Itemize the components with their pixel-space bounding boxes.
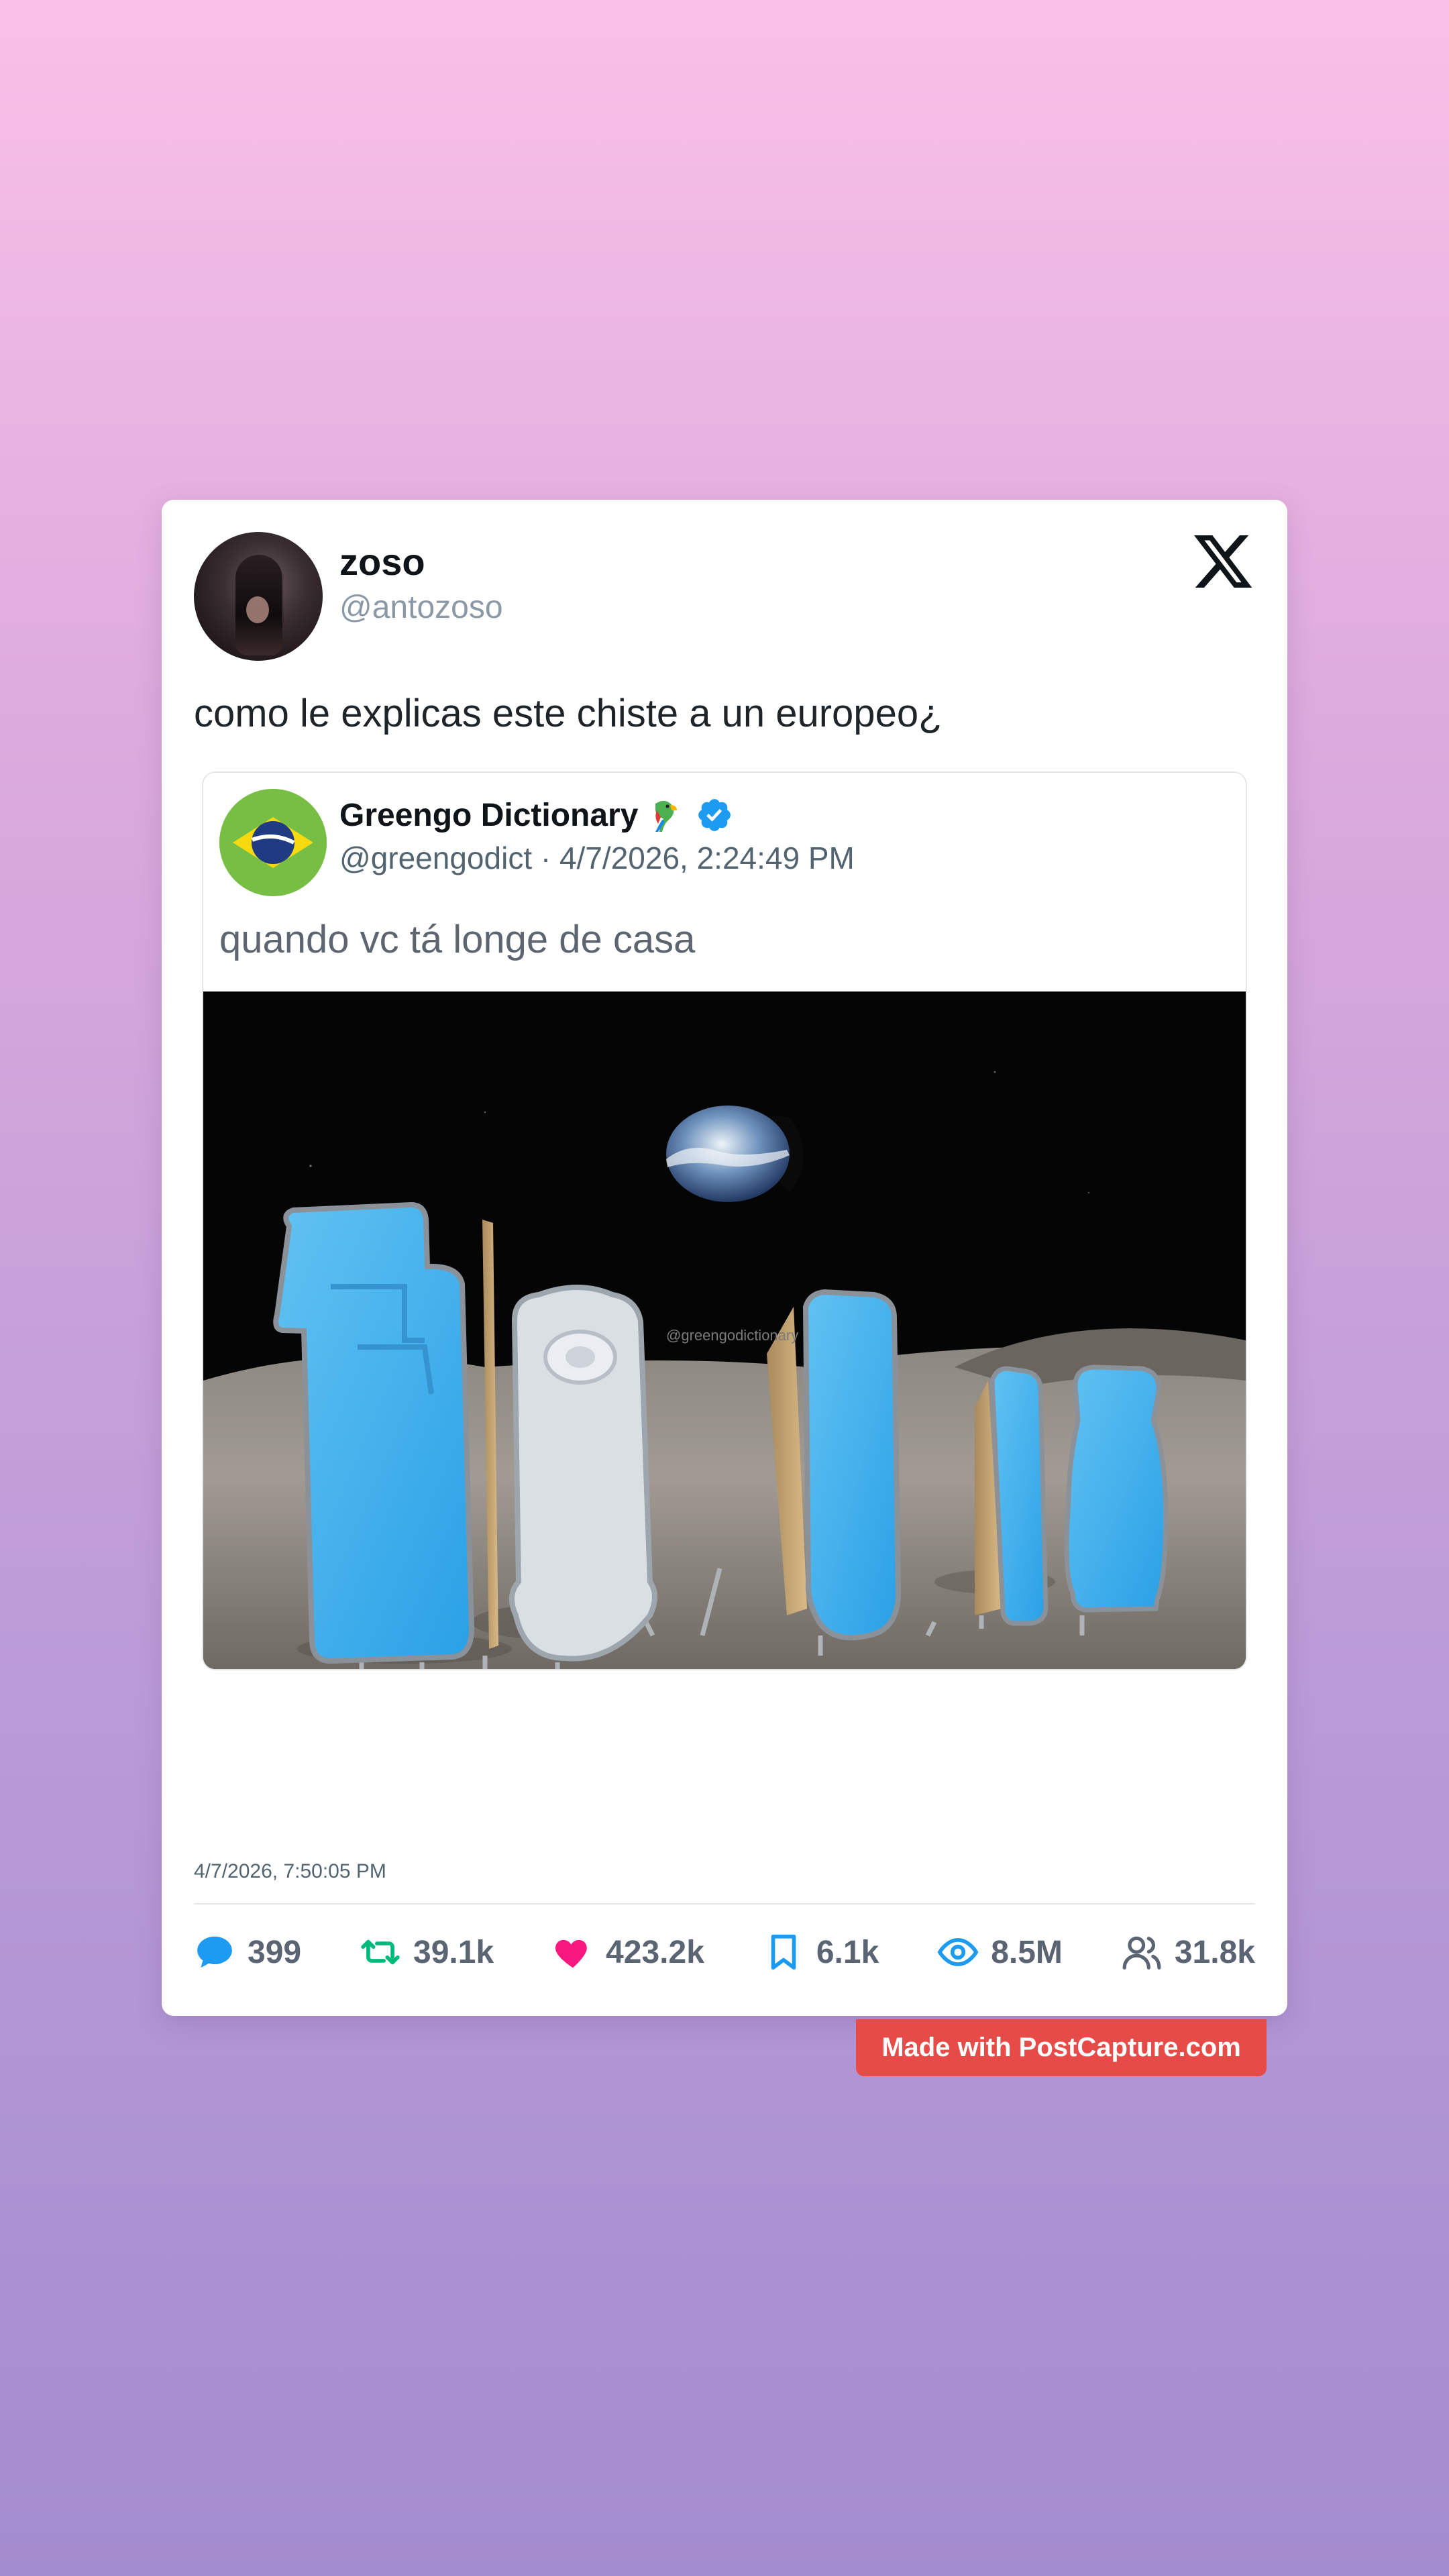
- quoted-author-avatar[interactable]: [219, 789, 327, 896]
- followers-count: 31.8k: [1174, 1934, 1255, 1970]
- image-watermark: @greengodictionary: [666, 1327, 798, 1344]
- moon-pools-image: @greengodictionary: [203, 991, 1246, 1669]
- brazil-flag-icon: [219, 789, 327, 896]
- views-stat[interactable]: 8.5M: [937, 1931, 1063, 1973]
- author-avatar[interactable]: [194, 532, 323, 661]
- author-handle[interactable]: @antozoso: [339, 589, 503, 626]
- divider: [194, 1903, 1255, 1904]
- reply-bubble-icon: [197, 1936, 232, 1968]
- repost-stat[interactable]: 39.1k: [360, 1931, 494, 1973]
- heart-icon: [555, 1939, 587, 1968]
- made-with-badge[interactable]: Made with PostCapture.com: [856, 2019, 1267, 2076]
- repost-count: 39.1k: [413, 1934, 494, 1970]
- quoted-name-row: Greengo Dictionary: [339, 793, 733, 837]
- quoted-author-name[interactable]: Greengo Dictionary: [339, 797, 638, 834]
- stats-bar: 399 39.1k 423.2k 6.1k 8.5M 31.8k: [194, 1922, 1255, 1982]
- quoted-text: quando vc tá longe de casa: [219, 918, 696, 961]
- followers-stat[interactable]: 31.8k: [1121, 1931, 1255, 1973]
- post-card: zoso @antozoso como le explicas este chi…: [162, 500, 1287, 2016]
- bookmark-count: 6.1k: [816, 1934, 879, 1970]
- parrot-icon: [655, 800, 678, 832]
- reply-count: 399: [248, 1934, 302, 1970]
- repost-icon: [361, 1939, 400, 1965]
- x-logo-icon[interactable]: [1191, 529, 1255, 594]
- author-name[interactable]: zoso: [339, 540, 425, 584]
- users-icon: [1122, 1936, 1161, 1970]
- avatar-detail: [246, 596, 269, 623]
- quoted-image[interactable]: @greengodictionary: [203, 991, 1246, 1669]
- quoted-meta: @greengodict · 4/7/2026, 2:24:49 PM: [339, 841, 855, 875]
- views-count: 8.5M: [991, 1934, 1063, 1970]
- eye-icon: [937, 1938, 979, 1966]
- bookmark-icon: [771, 1934, 796, 1970]
- post-text: como le explicas este chiste a un europe…: [194, 692, 943, 735]
- bookmark-stat[interactable]: 6.1k: [763, 1931, 879, 1973]
- like-count: 423.2k: [606, 1934, 704, 1970]
- quoted-post[interactable]: Greengo Dictionary @greengodict · 4/7/20…: [202, 771, 1247, 1670]
- post-timestamp: 4/7/2026, 7:50:05 PM: [194, 1860, 386, 1882]
- verified-badge-icon: [698, 799, 731, 831]
- reply-stat[interactable]: 399: [194, 1931, 301, 1973]
- like-stat[interactable]: 423.2k: [552, 1931, 704, 1973]
